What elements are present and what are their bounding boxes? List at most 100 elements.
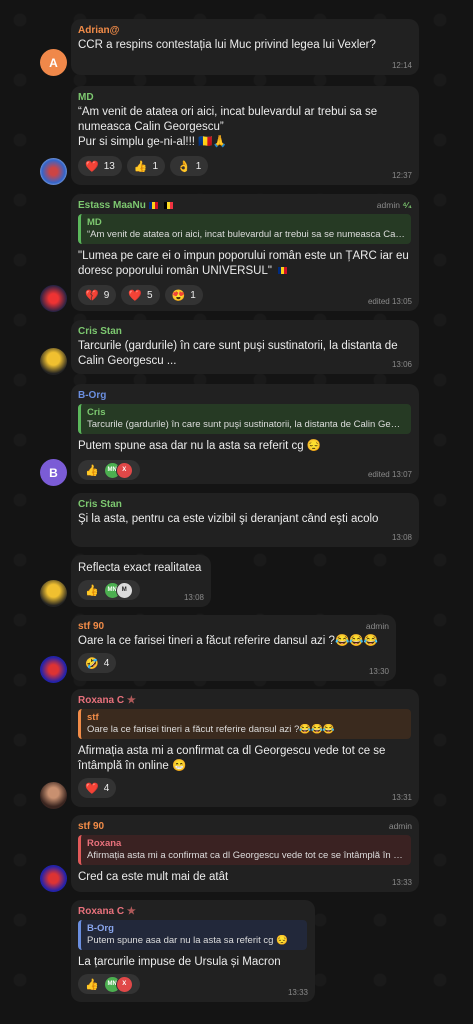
- reactions-bar: ❤️ 13 👍 1 👌 1: [78, 156, 411, 176]
- message-text: La țarcurile impuse de Ursula și Macron: [78, 956, 281, 968]
- message-text: Afirmația asta mi a confirmat ca dl Geor…: [78, 745, 386, 772]
- message-time: 12:14: [391, 61, 412, 70]
- avatar[interactable]: A: [40, 49, 67, 76]
- reactions-bar: 💔 9 ❤️ 5 😍 1: [78, 285, 411, 305]
- avatar[interactable]: [40, 656, 67, 683]
- reaction-count: 13: [103, 160, 115, 172]
- sender-name[interactable]: Adrian@: [78, 25, 411, 36]
- reaction-count: 1: [152, 160, 159, 172]
- message-time: 13:31: [391, 793, 412, 802]
- message-bubble[interactable]: B-Org Cris Tarcurile (gardurile) în care…: [71, 384, 419, 484]
- belgium-flag-icon: [163, 201, 173, 209]
- reply-preview[interactable]: MD “Am venit de atatea ori aici, incat b…: [78, 214, 411, 244]
- reaction-ok-hand[interactable]: 👌 1: [170, 156, 209, 176]
- avatar[interactable]: [40, 782, 67, 809]
- reactor-avatars: MN X: [103, 461, 133, 479]
- message-text: Şi la asta, pentru ca este vizibil şi de…: [78, 513, 379, 525]
- message-time: edited 13:05: [367, 297, 412, 306]
- sender-name[interactable]: Estass MaaNu: [78, 200, 411, 211]
- message-text: “Am venit de atatea ori aici, incat bule…: [78, 106, 378, 148]
- reaction-heart[interactable]: ❤️ 4: [78, 778, 117, 798]
- reply-preview[interactable]: Roxana Afirmația asta mi a confirmat ca …: [78, 835, 411, 865]
- reactions-bar: 🤣 4: [78, 653, 388, 673]
- reactions-bar: ❤️ 4: [78, 778, 411, 798]
- reactions-bar: 👍 MN X: [78, 460, 411, 480]
- reaction-heart[interactable]: ❤️ 13: [78, 156, 122, 176]
- message-bubble[interactable]: Roxana C ★ B-Org Putem spune asa dar nu …: [71, 900, 315, 1002]
- sender-name[interactable]: stf 90: [78, 621, 388, 632]
- message-bubble[interactable]: Roxana C ★ stf Oare la ce farisei tineri…: [71, 689, 419, 807]
- message-bubble[interactable]: MD “Am venit de atatea ori aici, incat b…: [71, 86, 419, 185]
- message-text: Oare la ce farisei tineri a făcut referi…: [78, 635, 378, 647]
- avatar[interactable]: [40, 285, 67, 312]
- reaction-count: 1: [195, 160, 202, 172]
- reaction-broken-heart[interactable]: 💔 9: [78, 285, 117, 305]
- message-text: Cred ca este mult mai de atât: [78, 871, 229, 883]
- reaction-count: 5: [146, 289, 153, 301]
- message-text: "Lumea pe care ei o impun poporului româ…: [78, 250, 409, 277]
- admin-badge: admin ⁴⁄₄: [376, 200, 412, 210]
- reactions-bar: 👍 MN X: [78, 974, 307, 994]
- message-bubble[interactable]: Reflecta exact realitatea 👍 MN M 13:08: [71, 555, 211, 607]
- message-time: 13:33: [287, 988, 308, 997]
- avatar[interactable]: [40, 580, 67, 607]
- romania-flag-icon: [278, 267, 288, 275]
- message-text: Reflecta exact realitatea: [78, 562, 202, 574]
- reaction-thumbs-up[interactable]: 👍 MN X: [78, 460, 140, 480]
- sender-name[interactable]: MD: [78, 92, 411, 103]
- reactor-avatars: MN M: [103, 581, 133, 599]
- chat-view[interactable]: A Adrian@ CCR a respins contestația lui …: [0, 0, 473, 1024]
- avatar[interactable]: [40, 865, 67, 892]
- sender-name[interactable]: B-Org: [78, 390, 411, 401]
- sender-name[interactable]: Roxana C ★: [78, 695, 411, 706]
- reaction-count: 4: [103, 782, 110, 794]
- reactor-avatars: MN X: [103, 975, 133, 993]
- message-bubble[interactable]: Adrian@ CCR a respins contestația lui Mu…: [71, 19, 419, 75]
- reply-preview[interactable]: B-Org Putem spune asa dar nu la asta sa …: [78, 920, 307, 950]
- sender-name[interactable]: Cris Stan: [78, 499, 411, 510]
- reaction-rofl[interactable]: 🤣 4: [78, 653, 117, 673]
- sender-name[interactable]: stf 90: [78, 821, 411, 832]
- message-bubble[interactable]: Cris Stan Tarcurile (gardurile) în care …: [71, 320, 419, 374]
- sender-name[interactable]: Cris Stan: [78, 326, 411, 337]
- thumbs-up-icon: 👍: [133, 160, 148, 173]
- romania-flag-icon: [148, 201, 158, 209]
- reaction-count: 9: [103, 289, 110, 301]
- thumbs-up-icon: 👍: [85, 978, 99, 991]
- ok-hand-icon: 👌: [177, 160, 191, 173]
- reaction-count: 1: [190, 289, 196, 301]
- message-text: Tarcurile (gardurile) în care sunt puşi …: [78, 340, 398, 367]
- reaction-heart[interactable]: ❤️ 5: [121, 285, 160, 305]
- message-bubble[interactable]: Estass MaaNu admin ⁴⁄₄ MD “Am venit de a…: [71, 194, 419, 311]
- admin-badge: admin: [388, 821, 412, 831]
- star-icon: ★: [126, 695, 136, 706]
- thumbs-up-icon: 👍: [85, 584, 99, 597]
- message-bubble[interactable]: stf 90 admin Oare la ce farisei tineri a…: [71, 615, 396, 681]
- message-bubble[interactable]: stf 90 admin Roxana Afirmația asta mi a …: [71, 815, 419, 892]
- reaction-thumbs-up[interactable]: 👍 1: [126, 156, 166, 176]
- message-time: edited 13:07: [367, 470, 412, 479]
- admin-badge: admin: [365, 621, 389, 631]
- star-icon: ★: [126, 906, 136, 917]
- message-bubble[interactable]: Cris Stan Şi la asta, pentru ca este viz…: [71, 493, 419, 547]
- heart-icon: ❤️: [85, 160, 99, 173]
- avatar[interactable]: [40, 348, 67, 375]
- reply-preview[interactable]: Cris Tarcurile (gardurile) în care sunt …: [78, 404, 411, 434]
- message-time: 13:08: [183, 593, 204, 602]
- reaction-thumbs-up[interactable]: 👍 MN M: [78, 580, 140, 600]
- thumbs-up-icon: 👍: [85, 464, 99, 477]
- message-text: Putem spune asa dar nu la asta sa referi…: [78, 440, 322, 452]
- heart-eyes-icon: 😍: [171, 289, 186, 302]
- message-text: CCR a respins contestația lui Muc privin…: [78, 39, 376, 51]
- avatar[interactable]: [40, 158, 67, 185]
- avatar[interactable]: B: [40, 459, 67, 486]
- reaction-thumbs-up[interactable]: 👍 MN X: [78, 974, 140, 994]
- sender-name[interactable]: Roxana C ★: [78, 906, 307, 917]
- message-time: 13:06: [391, 360, 412, 369]
- message-time: 12:37: [391, 171, 412, 180]
- reply-preview[interactable]: stf Oare la ce farisei tineri a făcut re…: [78, 709, 411, 739]
- rofl-icon: 🤣: [85, 657, 99, 670]
- reaction-count: 4: [103, 657, 110, 669]
- reaction-heart-eyes[interactable]: 😍 1: [164, 285, 203, 305]
- heart-icon: ❤️: [85, 782, 99, 795]
